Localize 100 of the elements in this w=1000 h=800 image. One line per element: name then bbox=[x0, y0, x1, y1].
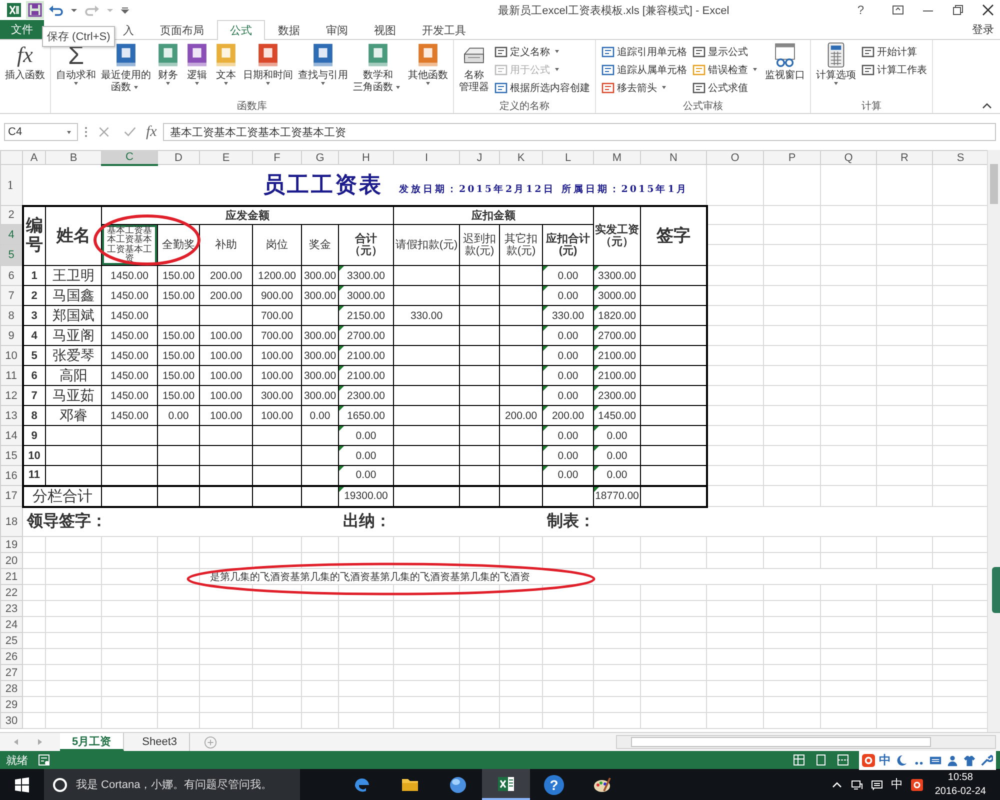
ribbon-button[interactable]: 根据所选内容创建 bbox=[492, 79, 592, 96]
moon-icon[interactable] bbox=[895, 754, 908, 766]
ribbon-button[interactable]: 错误检查 bbox=[690, 61, 762, 78]
ribbon-button[interactable]: 逻辑 bbox=[183, 42, 211, 99]
column-header[interactable]: Q bbox=[820, 150, 876, 164]
column-header[interactable]: A bbox=[22, 150, 46, 164]
windows-start-icon[interactable] bbox=[14, 776, 30, 792]
row-header[interactable]: 30 bbox=[0, 712, 22, 728]
column-header[interactable]: D bbox=[158, 150, 200, 164]
clock-date[interactable]: 2016-02-24 bbox=[934, 784, 986, 798]
row-header[interactable]: 25 bbox=[0, 632, 22, 648]
row-header[interactable]: 23 bbox=[0, 600, 22, 616]
column-header[interactable]: C bbox=[102, 150, 158, 164]
user-icon[interactable] bbox=[946, 754, 959, 766]
column-header[interactable]: E bbox=[200, 150, 252, 164]
row-header[interactable]: 27 bbox=[0, 664, 22, 680]
row-header[interactable]: 4 bbox=[0, 224, 22, 244]
input-method-icon[interactable] bbox=[910, 778, 923, 790]
row-header[interactable]: 12 bbox=[0, 386, 22, 406]
column-header[interactable]: O bbox=[706, 150, 764, 164]
ribbon-tab[interactable]: 视图 bbox=[361, 20, 409, 39]
network-icon[interactable] bbox=[850, 778, 863, 790]
input-language-indicator[interactable]: 中 bbox=[890, 776, 903, 793]
column-header[interactable]: P bbox=[764, 150, 820, 164]
column-header[interactable]: S bbox=[932, 150, 988, 164]
ribbon-button[interactable]: 公式求值 bbox=[690, 79, 762, 96]
column-header[interactable]: M bbox=[594, 150, 640, 164]
ribbon-button[interactable]: 监视窗口 bbox=[763, 42, 807, 99]
message-icon[interactable] bbox=[870, 778, 883, 790]
input-mode-toggle[interactable]: 中 bbox=[879, 752, 891, 768]
formula-input[interactable]: 基本工资基本工资基本工资基本工资 bbox=[162, 123, 996, 141]
wrench-icon[interactable] bbox=[980, 754, 993, 766]
ribbon-button[interactable]: 开始计算 bbox=[859, 43, 929, 60]
ribbon-button[interactable]: 计算选项 bbox=[814, 42, 858, 99]
page-break-icon[interactable] bbox=[837, 754, 849, 766]
row-header[interactable]: 8 bbox=[0, 306, 22, 326]
ribbon-button[interactable]: 数学和 三角函数 bbox=[351, 42, 405, 99]
row-header[interactable]: 7 bbox=[0, 286, 22, 306]
file-tab[interactable]: 文件 bbox=[0, 20, 44, 39]
column-header[interactable]: B bbox=[46, 150, 102, 164]
sheet-tab[interactable]: 5月工资 bbox=[60, 733, 124, 751]
column-header[interactable]: H bbox=[338, 150, 394, 164]
save-icon[interactable] bbox=[26, 1, 44, 19]
ribbon-button[interactable]: 定义名称 bbox=[492, 43, 592, 60]
row-header[interactable]: 10 bbox=[0, 346, 22, 366]
column-header[interactable]: R bbox=[876, 150, 932, 164]
ribbon-button[interactable]: 追踪从属单元格 bbox=[599, 61, 689, 78]
normal-view-icon[interactable] bbox=[793, 754, 805, 766]
collapse-ribbon-icon[interactable] bbox=[982, 103, 992, 109]
ribbon-button[interactable]: 计算工作表 bbox=[859, 61, 929, 78]
column-header[interactable]: J bbox=[460, 150, 500, 164]
column-header[interactable]: L bbox=[542, 150, 594, 164]
taskbar-app-button[interactable] bbox=[482, 769, 530, 800]
input-method-icon[interactable] bbox=[862, 754, 875, 766]
vertical-scrollbar[interactable] bbox=[987, 150, 1000, 732]
column-header[interactable]: F bbox=[252, 150, 302, 164]
ribbon-button[interactable]: 文本 bbox=[212, 42, 240, 99]
ribbon-display-icon[interactable] bbox=[892, 4, 904, 16]
ribbon-tab[interactable]: 数据 bbox=[265, 20, 313, 39]
macro-record-icon[interactable] bbox=[38, 754, 50, 766]
drag-handle-icon[interactable] bbox=[84, 125, 88, 139]
row-header[interactable]: 22 bbox=[0, 584, 22, 600]
ribbon-tab[interactable]: 开发工具 bbox=[409, 20, 479, 39]
ribbon-button[interactable]: 日期和时间 bbox=[241, 42, 295, 99]
ribbon-button[interactable]: 名称 管理器 bbox=[457, 42, 491, 99]
ribbon-tab[interactable]: 公式 bbox=[217, 20, 265, 40]
row-header[interactable]: 28 bbox=[0, 680, 22, 696]
row-header[interactable]: 15 bbox=[0, 446, 22, 466]
sign-in-link[interactable]: 登录 bbox=[972, 22, 994, 37]
ribbon-tab[interactable]: 审阅 bbox=[313, 20, 361, 39]
ribbon-button[interactable]: 查找与引用 bbox=[296, 42, 350, 99]
ribbon-tab[interactable]: 页面布局 bbox=[147, 20, 217, 39]
column-header[interactable]: G bbox=[302, 150, 338, 164]
row-header[interactable]: 17 bbox=[0, 486, 22, 506]
row-header[interactable]: 29 bbox=[0, 696, 22, 712]
row-header[interactable]: 14 bbox=[0, 426, 22, 446]
row-header[interactable]: 18 bbox=[0, 506, 22, 536]
row-header[interactable]: 13 bbox=[0, 406, 22, 426]
column-header[interactable]: I bbox=[394, 150, 460, 164]
row-header[interactable]: 1 bbox=[0, 164, 22, 206]
row-header[interactable]: 26 bbox=[0, 648, 22, 664]
row-header[interactable]: 21 bbox=[0, 568, 22, 584]
row-header[interactable]: 2 bbox=[0, 206, 22, 224]
page-layout-icon[interactable] bbox=[815, 754, 827, 766]
search-field[interactable]: 我是 Cortana，小娜。有问题尽管问我。 bbox=[44, 769, 300, 800]
row-header[interactable]: 20 bbox=[0, 552, 22, 568]
column-header[interactable]: N bbox=[640, 150, 706, 164]
ribbon-button[interactable]: 追踪引用单元格 bbox=[599, 43, 689, 60]
restore-icon[interactable] bbox=[952, 4, 964, 16]
taskbar-app-button[interactable]: ? bbox=[530, 769, 578, 800]
row-header[interactable]: 5 bbox=[0, 244, 22, 266]
insert-function-button[interactable]: fx bbox=[146, 124, 157, 140]
row-header[interactable]: 9 bbox=[0, 326, 22, 346]
ribbon-button[interactable]: 移去箭头 bbox=[599, 79, 689, 96]
row-header[interactable]: 19 bbox=[0, 536, 22, 552]
customize-toolbar-icon[interactable] bbox=[120, 5, 130, 15]
row-header[interactable]: 24 bbox=[0, 616, 22, 632]
ribbon-button[interactable]: 财务 bbox=[154, 42, 182, 99]
close-icon[interactable] bbox=[982, 4, 994, 16]
row-header[interactable]: 6 bbox=[0, 266, 22, 286]
